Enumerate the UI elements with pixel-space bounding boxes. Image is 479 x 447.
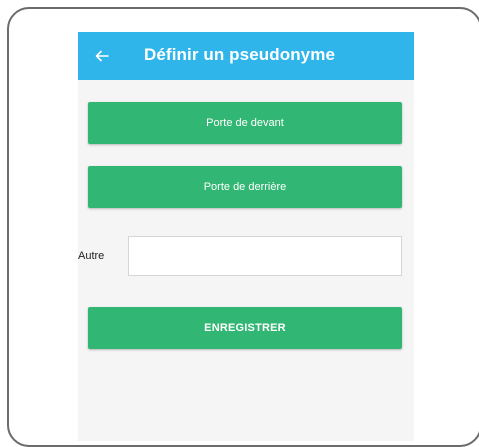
front-door-button[interactable]: Porte de devant (88, 102, 402, 144)
back-door-button-label: Porte de derrière (203, 181, 287, 193)
app-screen: Définir un pseudonyme Porte de devant Po… (78, 32, 414, 441)
save-button[interactable]: ENREGISTRER (88, 307, 402, 349)
other-label: Autre (78, 250, 105, 262)
back-door-button[interactable]: Porte de derrière (88, 166, 402, 208)
app-bar: Définir un pseudonyme (78, 32, 414, 80)
back-arrow-icon[interactable] (92, 46, 112, 66)
other-nickname-input[interactable] (128, 236, 402, 276)
page-title: Définir un pseudonyme (144, 45, 336, 64)
front-door-button-label: Porte de devant (206, 117, 284, 129)
save-button-label: ENREGISTRER (204, 322, 286, 334)
